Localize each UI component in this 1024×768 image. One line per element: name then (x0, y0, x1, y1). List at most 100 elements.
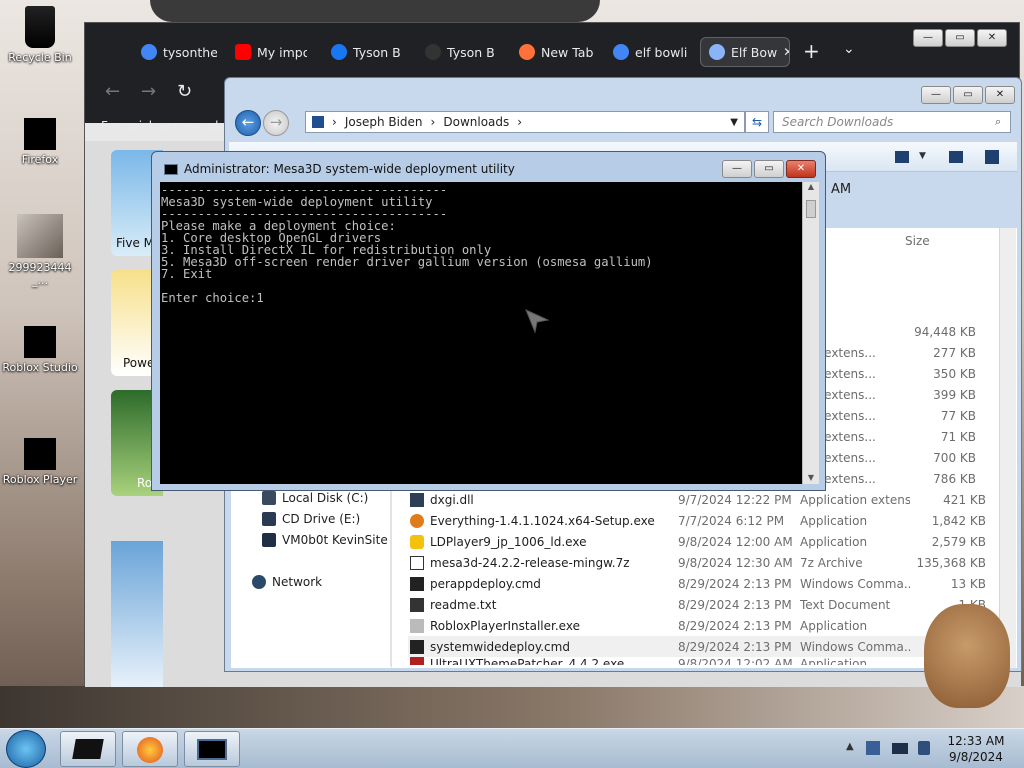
reload-icon[interactable]: ↻ (177, 81, 192, 102)
search-input[interactable]: Search Downloads (773, 111, 1011, 133)
scroll-down-icon[interactable]: ▼ (803, 473, 819, 482)
console-scrollbar[interactable]: ▲ ▼ (802, 182, 819, 484)
file-date: 8/29/2024 2:13 PM (678, 639, 792, 654)
breadcrumb-item[interactable]: Joseph Biden (345, 115, 423, 129)
preview-pane-icon[interactable] (949, 151, 963, 163)
taskbar-item-cmd[interactable] (184, 731, 240, 767)
tab[interactable]: Tyson By (425, 37, 495, 67)
tab[interactable]: tysonthe (141, 37, 217, 67)
taskbar-item-app[interactable] (60, 731, 116, 767)
column-header-size[interactable]: Size (905, 234, 930, 248)
close-button[interactable]: ✕ (786, 160, 816, 178)
close-button[interactable]: ✕ (977, 29, 1007, 47)
file-size: 94,448 KB (914, 324, 976, 339)
address-bar[interactable]: › Joseph Biden › Downloads › ▼ (305, 111, 745, 133)
chevron-down-icon[interactable]: ⌄ (843, 41, 855, 57)
side-tile[interactable] (111, 541, 163, 687)
close-button[interactable]: ✕ (985, 86, 1015, 104)
maximize-button[interactable]: ▭ (953, 86, 983, 104)
file-name: readme.txt (430, 597, 497, 612)
nav-label: Network (272, 575, 323, 589)
view-icon[interactable] (895, 151, 909, 163)
file-row[interactable]: LDPlayer9_jp_1006_ld.exe 9/8/2024 12:00 A… (408, 531, 998, 552)
file-type: Application (800, 534, 868, 549)
refresh-icon[interactable]: ⇆ (745, 111, 769, 133)
back-button[interactable]: ← (235, 110, 261, 136)
nav-item-local-disk[interactable]: Local Disk (C:) (262, 491, 368, 505)
scroll-up-icon[interactable]: ▲ (803, 182, 819, 198)
file-row[interactable]: mesa3d-24.2.2-release-mingw.7z 9/8/2024 1… (408, 552, 998, 573)
tray-app-icon[interactable] (866, 741, 880, 755)
pane-divider (390, 490, 391, 666)
file-name: Everything-1.4.1.1024.x64-Setup.exe (430, 513, 655, 528)
close-icon[interactable]: ✕ (783, 45, 789, 59)
maximize-button[interactable]: ▭ (754, 160, 784, 178)
tab[interactable]: Tyson By (331, 37, 401, 67)
minimize-button[interactable]: — (722, 160, 752, 178)
file-size: 786 KB (933, 471, 976, 486)
desktop-icon-roblox-player[interactable]: Roblox Player (0, 438, 80, 486)
file-row[interactable]: dxgi.dll 9/7/2024 12:22 PM Application ext… (408, 489, 998, 510)
tab[interactable]: New Tab (519, 37, 599, 67)
desktop-icon-photo[interactable]: 299923444 _... (0, 214, 80, 287)
wallpaper-shape (0, 686, 1024, 728)
file-name: systemwidedeploy.cmd (430, 639, 570, 654)
cmd-window: Administrator: Mesa3D system-wide deploy… (151, 151, 826, 491)
desktop-icon-label: Roblox Player (2, 473, 78, 486)
firefox-icon (519, 44, 535, 60)
file-row[interactable]: RobloxPlayerInstaller.exe 8/29/2024 2:13 … (408, 615, 998, 636)
cmd-file-icon (410, 576, 424, 591)
file-type: Windows Comma... (800, 639, 910, 654)
back-icon[interactable]: ← (105, 81, 120, 102)
wallpaper-shape (150, 0, 600, 22)
breadcrumb-item[interactable]: Downloads (443, 115, 509, 129)
scroll-thumb[interactable] (806, 200, 816, 218)
taskbar-item-firefox[interactable] (122, 731, 178, 767)
monitor-icon[interactable] (892, 743, 908, 754)
nav-item-network-drive[interactable]: VM0b0t KevinSite (262, 533, 388, 547)
tab[interactable]: My impo (235, 37, 307, 67)
desktop-icon-label: Roblox Studio (2, 361, 78, 374)
help-icon[interactable] (985, 150, 999, 164)
new-tab-icon[interactable]: + (803, 39, 820, 63)
app-icon (410, 657, 424, 665)
file-type: Windows Comma... (800, 576, 910, 591)
roblox-studio-icon (24, 326, 56, 358)
text-file-icon (410, 597, 424, 612)
file-row[interactable]: UltraUXThemePatcher_4.4.2.exe 9/8/2024 12… (408, 657, 998, 665)
tab[interactable]: elf bowlin (613, 37, 687, 67)
volume-icon[interactable] (918, 741, 930, 755)
scrollbar[interactable] (999, 228, 1016, 668)
desktop-icon-firefox[interactable]: Firefox (0, 118, 80, 166)
folder-icon (312, 116, 324, 128)
tray-expand-icon[interactable]: ▲ (846, 741, 854, 752)
window-title: Administrator: Mesa3D system-wide deploy… (184, 162, 515, 176)
forward-icon[interactable]: → (141, 81, 156, 102)
minimize-button[interactable]: — (921, 86, 951, 104)
tab-label: tysonthe (163, 44, 217, 60)
tab-active[interactable]: Elf Bow ✕ (700, 37, 790, 67)
maximize-button[interactable]: ▭ (945, 29, 975, 47)
tab-label: Tyson By (447, 44, 495, 60)
file-row[interactable]: Everything-1.4.1.1024.x64-Setup.exe 7/7/2… (408, 510, 998, 531)
clock-time[interactable]: 12:33 AM (944, 734, 1008, 748)
chevron-down-icon[interactable]: ▼ (919, 151, 926, 161)
console-line: 5. Mesa3D off-screen render driver galli… (161, 255, 653, 269)
clock-date[interactable]: 9/8/2024 (944, 750, 1008, 764)
file-row[interactable]: perappdeploy.cmd 8/29/2024 2:13 PM Windows… (408, 573, 998, 594)
start-button[interactable] (6, 730, 46, 768)
console-output[interactable]: --------------------------------------- M… (160, 182, 802, 484)
nav-item-cd-drive[interactable]: CD Drive (E:) (262, 512, 360, 526)
disk-icon (262, 491, 276, 505)
minimize-button[interactable]: — (913, 29, 943, 47)
web-icon (709, 44, 725, 60)
desktop-icon-recycle-bin[interactable]: Recycle Bin (0, 6, 80, 64)
nav-item-network[interactable]: Network (252, 575, 322, 589)
file-size: 13 KB (950, 576, 986, 591)
file-name: RobloxPlayerInstaller.exe (430, 618, 580, 633)
desktop-icon-roblox-studio[interactable]: Roblox Studio (0, 326, 80, 374)
file-row-selected[interactable]: systemwidedeploy.cmd 8/29/2024 2:13 PM Win… (408, 636, 998, 657)
forward-button[interactable]: → (263, 110, 289, 136)
chevron-down-icon[interactable]: ▼ (730, 117, 738, 128)
file-row[interactable]: readme.txt 8/29/2024 2:13 PM Text Document… (408, 594, 998, 615)
